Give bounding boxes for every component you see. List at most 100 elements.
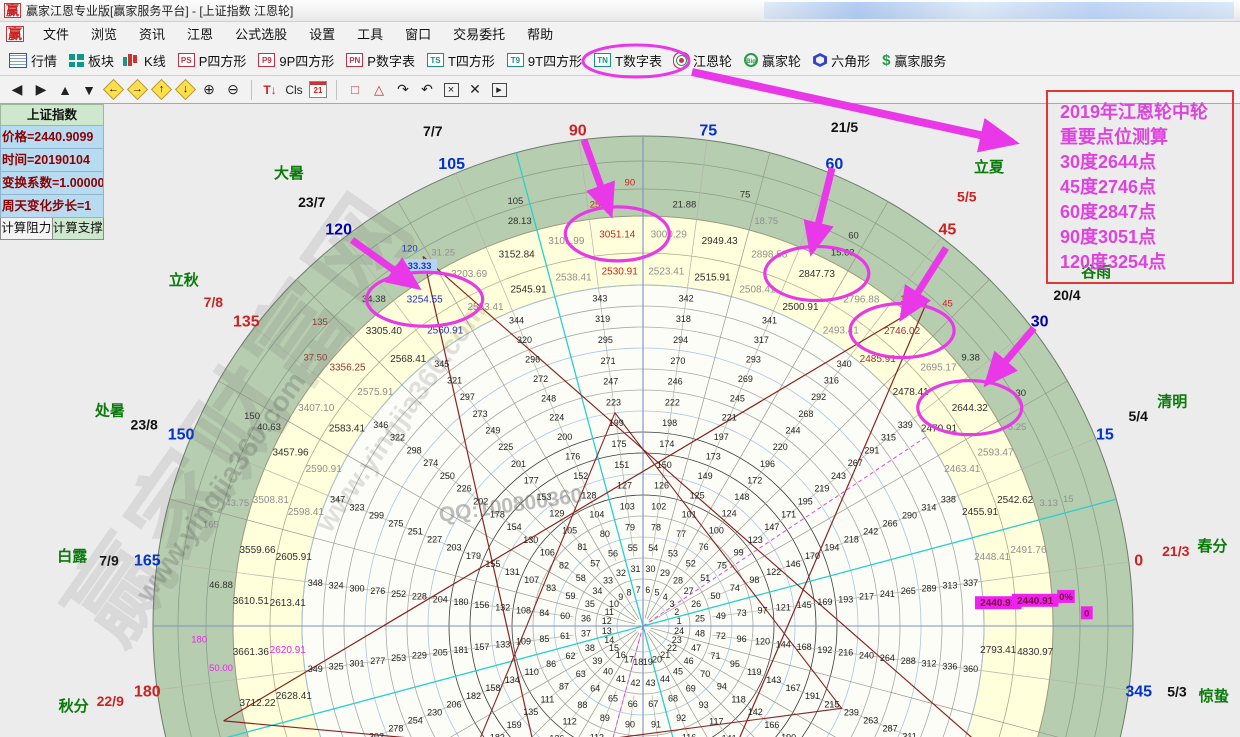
sectors-button[interactable]: 板块 — [64, 49, 121, 72]
pan-down-icon[interactable]: ▼ — [78, 79, 100, 101]
wheel-number: 131 — [505, 567, 520, 577]
menu-item-formula-stock-pick[interactable]: 公式选股 — [224, 24, 298, 43]
wheel-number: 130 — [523, 535, 538, 545]
wheel-number: 200 — [557, 432, 572, 442]
solar-term-label: 小暑 — [403, 104, 433, 106]
outer-price-label: 2695.17 — [920, 362, 957, 373]
9p-square-button[interactable]: P99P四方形 — [253, 49, 341, 72]
wheel-number: 53 — [668, 548, 678, 558]
kline-button[interactable]: K线 — [121, 49, 173, 72]
wheel-number: 146 — [786, 559, 801, 569]
note-line: 重要点位测算 — [1060, 125, 1232, 150]
wheel-number: 44 — [660, 674, 670, 684]
menu-item-gann[interactable]: 江恩 — [176, 24, 224, 43]
p-square-button[interactable]: PSP四方形 — [173, 49, 254, 72]
calendar-date-label: 23/8 — [131, 416, 158, 432]
wheel-number: 88 — [577, 700, 587, 710]
t-square-button[interactable]: TST四方形 — [422, 49, 502, 72]
menu-item-trade-entrust[interactable]: 交易委托 — [442, 24, 516, 43]
menu-item-settings[interactable]: 设置 — [298, 24, 346, 43]
tn-badge-icon: TN — [594, 53, 611, 67]
zoom-out-icon[interactable]: ⊖ — [222, 79, 244, 101]
wheel-number: 315 — [881, 433, 896, 443]
pan-up-icon[interactable]: ▲ — [54, 79, 76, 101]
wheel-number: 201 — [511, 459, 526, 469]
wheel-number: 116 — [682, 732, 696, 737]
calc-support-button[interactable]: 计算支撑 — [53, 218, 105, 240]
wheel-number: 101 — [682, 510, 697, 520]
step-right-icon[interactable]: → — [126, 79, 148, 101]
wheel-number: 134 — [505, 675, 520, 685]
winner-wheel-icon: Big — [744, 53, 758, 67]
select-tool-icon[interactable]: ▸ — [488, 79, 510, 101]
wheel-number: 297 — [460, 392, 475, 402]
wheel-number: 337 — [963, 578, 978, 588]
wheel-number: 91 — [651, 720, 661, 730]
winner-service-label: 赢家服务 — [894, 51, 946, 70]
menu-item-window[interactable]: 窗口 — [394, 24, 442, 43]
wheel-number: 336 — [942, 661, 957, 671]
wheel-number: 319 — [595, 314, 610, 324]
wheel-number: 271 — [601, 356, 616, 366]
step-down-icon[interactable]: ↓ — [174, 79, 196, 101]
rotate-cw-icon[interactable]: ↷ — [392, 79, 414, 101]
calendar-date-label: 21/5 — [831, 119, 858, 135]
outer-price-label: 3101.99 — [548, 236, 585, 247]
wheel-number: 26 — [691, 599, 701, 609]
t-table-button[interactable]: TNT数字表 — [589, 49, 669, 72]
gann-wheel-icon — [679, 58, 684, 63]
calendar-icon[interactable]: 21 — [307, 79, 329, 101]
winner-service-button[interactable]: $赢家服务 — [877, 49, 953, 72]
wheel-number: 181 — [454, 645, 469, 655]
degree-ring-label: 45 — [942, 298, 953, 309]
menu-item-browse[interactable]: 浏览 — [80, 24, 128, 43]
calc-resistance-button[interactable]: 计算阻力 — [0, 218, 53, 240]
delete-box-icon[interactable]: × — [440, 79, 462, 101]
wheel-number: 67 — [648, 699, 658, 709]
menu-item-tools[interactable]: 工具 — [346, 24, 394, 43]
menu-item-file[interactable]: 文件 — [32, 24, 80, 43]
wheel-number: 82 — [559, 560, 569, 570]
rotate-ccw-icon[interactable]: ↶ — [416, 79, 438, 101]
wheel-number: 191 — [805, 691, 820, 701]
percent-label: 12.50 — [900, 294, 924, 305]
step-left-icon[interactable]: ← — [102, 79, 124, 101]
step-up-icon[interactable]: ↑ — [150, 79, 172, 101]
wheel-number: 118 — [731, 694, 745, 704]
outer-price-label: 3508.81 — [253, 495, 290, 506]
wheel-number: 3 — [669, 599, 674, 609]
inner-price-label: 2478.41 — [893, 387, 930, 398]
wheel-number: 220 — [773, 442, 788, 452]
wheel-number: 8 — [627, 587, 632, 597]
wheel-number: 49 — [716, 611, 726, 621]
wheel-number: 87 — [559, 682, 569, 692]
winner-wheel-button[interactable]: Big赢家轮 — [739, 49, 808, 72]
menu-item-help[interactable]: 帮助 — [516, 24, 564, 43]
pan-right-icon[interactable]: ▶ — [30, 79, 52, 101]
zoom-in-icon[interactable]: ⊕ — [198, 79, 220, 101]
menu-item-news[interactable]: 资讯 — [128, 24, 176, 43]
cls-button[interactable]: Cls — [283, 79, 305, 101]
wheel-number: 96 — [737, 634, 747, 644]
wheel-number: 265 — [901, 586, 916, 596]
wheel-number: 47 — [691, 643, 701, 653]
hexagon-button[interactable]: 六角形 — [808, 49, 877, 72]
9t-square-button[interactable]: T99T四方形 — [502, 49, 589, 72]
wheel-number: 289 — [922, 583, 937, 593]
wheel-number: 317 — [754, 335, 769, 345]
calendar-date-label: 5/4 — [1128, 408, 1148, 424]
app-logo-icon: 赢 — [4, 3, 21, 18]
wheel-number: 215 — [824, 699, 839, 709]
inner-price-label: 2440.91 — [980, 598, 1017, 609]
wheel-number: 63 — [576, 669, 586, 679]
gann-wheel-button[interactable]: 江恩轮 — [669, 49, 739, 72]
wheel-number: 278 — [388, 723, 403, 733]
scale-cross-icon[interactable]: ✕ — [464, 79, 486, 101]
calendar-date-label: 22/9 — [97, 693, 124, 709]
rect-tool-icon[interactable]: □ — [344, 79, 366, 101]
time-axis-icon[interactable]: T↓ — [259, 79, 281, 101]
p-table-button[interactable]: PNP数字表 — [341, 49, 422, 72]
quotes-button[interactable]: 行情 — [4, 49, 64, 72]
triangle-tool-icon[interactable]: △ — [368, 79, 390, 101]
pan-left-icon[interactable]: ◀ — [6, 79, 28, 101]
